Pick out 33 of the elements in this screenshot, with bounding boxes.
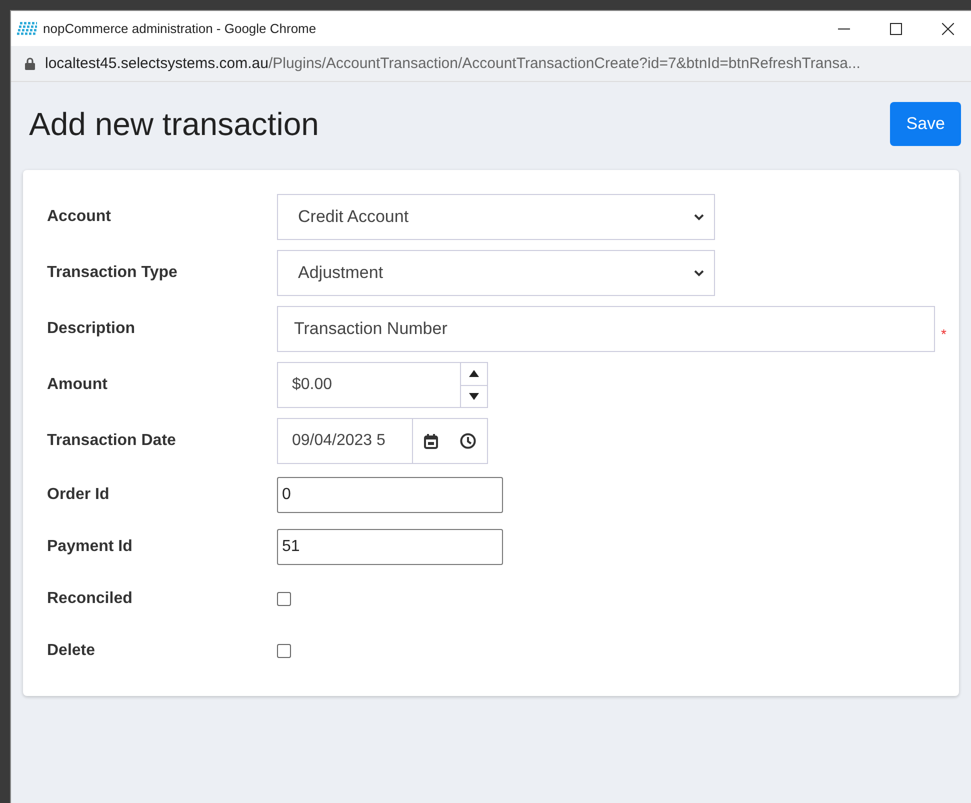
field-label: Order Id bbox=[47, 486, 110, 504]
lock-icon bbox=[25, 57, 35, 70]
page-title: Add new transaction bbox=[29, 106, 319, 142]
number-field[interactable]: $0.00 bbox=[277, 362, 488, 408]
select-field[interactable]: Credit Account bbox=[277, 194, 715, 240]
checkbox[interactable] bbox=[277, 644, 291, 658]
field-label: Transaction Type bbox=[47, 264, 178, 282]
field-label: Account bbox=[47, 208, 112, 226]
close-icon bbox=[942, 22, 954, 34]
field-label: Payment Id bbox=[47, 538, 134, 556]
field-label: Description bbox=[47, 320, 136, 338]
window-title: nopCommerce administration - Google Chrome bbox=[43, 21, 318, 36]
save-button[interactable]: Save bbox=[890, 102, 961, 146]
chevron-icon bbox=[694, 270, 704, 276]
input-field[interactable]: Transaction Number bbox=[277, 306, 935, 352]
field-label: Delete bbox=[47, 642, 96, 660]
app-icon bbox=[17, 22, 37, 36]
up-arrow-icon[interactable] bbox=[469, 370, 479, 378]
field-label: Transaction Date bbox=[47, 432, 177, 450]
input-field[interactable]: 51 bbox=[277, 529, 503, 565]
date-field[interactable]: 09/04/2023 5 bbox=[277, 418, 488, 464]
required-marker: * bbox=[941, 326, 946, 342]
clock-icon[interactable] bbox=[460, 433, 476, 449]
maximize-icon bbox=[890, 22, 902, 34]
field-label: Reconciled bbox=[47, 590, 134, 608]
calendar-icon[interactable] bbox=[424, 434, 438, 448]
url-text[interactable]: localtest45.selectsystems.com.au/Plugins/AccountTransaction/AccountTransactionCreate?id=7&btnId=btnRefreshTransa... bbox=[45, 55, 860, 72]
input-field[interactable]: 0 bbox=[277, 477, 503, 513]
down-arrow-icon[interactable] bbox=[469, 392, 479, 400]
field-label: Amount bbox=[47, 376, 108, 394]
select-field[interactable]: Adjustment bbox=[277, 250, 715, 296]
checkbox[interactable] bbox=[277, 592, 291, 606]
chevron-icon bbox=[694, 214, 704, 220]
